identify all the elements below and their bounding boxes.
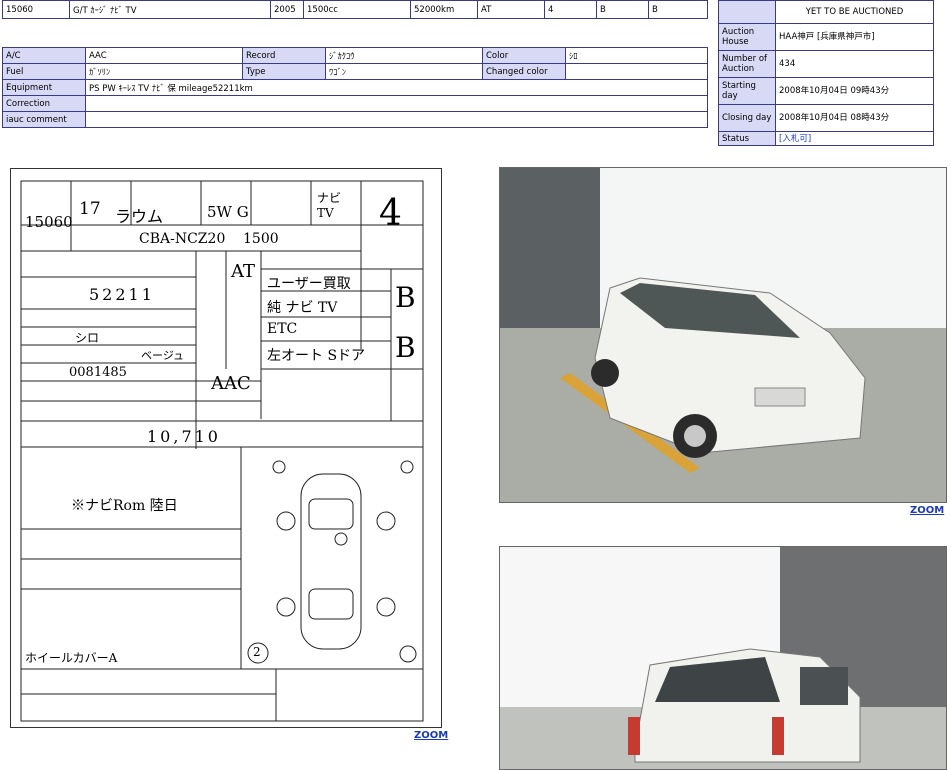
vehicle-detail-table: A/C AAC Record ｼﾞｶｸｺｳ Color ｼﾛ Fuel ｶﾞｿﾘ… <box>2 47 708 128</box>
sheet-score-exterior: B <box>395 331 416 364</box>
doors-cell: 4 <box>544 0 597 19</box>
changed-color-label: Changed color <box>482 63 566 80</box>
sheet-aircon: AAC <box>211 373 251 394</box>
correction-label: Correction <box>2 95 86 112</box>
sheet-grade: 5W G <box>207 203 249 221</box>
car-front-image <box>500 168 946 502</box>
model-cell: G/T ｶｰｼﾞ ﾅﾋﾞ TV <box>69 0 271 19</box>
closing-day-label: Closing day <box>718 104 776 132</box>
sheet-type: CBA-NCZ20 <box>139 231 226 247</box>
sheet-chassis: 0081485 <box>69 365 127 380</box>
status-label: Status <box>718 131 776 146</box>
comment-label: iauc comment <box>2 111 86 128</box>
inspection-sheet-drawing <box>20 180 424 722</box>
type-label: Type <box>242 63 326 80</box>
table-row: 15060 G/T ｶｰｼﾞ ﾅﾋﾞ TV 2005 1500cc 52000k… <box>2 0 708 19</box>
sheet-car-name: ラウム <box>115 207 164 226</box>
color-value: ｼﾛ <box>565 47 708 64</box>
equipment-label: Equipment <box>2 79 86 96</box>
house-label: Auction House <box>718 23 776 51</box>
sheet-extra: ホイールカバーA <box>25 651 118 665</box>
table-row: Auction House HAA神戸 [兵庫県神戸市] <box>718 23 934 51</box>
auction-number-value: 434 <box>775 50 934 78</box>
table-row: Status [入札可] <box>718 131 934 146</box>
sheet-score-interior: B <box>395 281 416 314</box>
correction-value <box>85 95 708 112</box>
equipment-value: PS PW ｷｰﾚｽ TV ﾅﾋﾞ 保 mileage52211km <box>85 79 708 96</box>
sheet-tag: 2 <box>253 645 261 659</box>
changed-color-value <box>565 63 708 80</box>
closing-day-value: 2008年10月04日 08時43分 <box>775 104 934 132</box>
trans-cell: AT <box>477 0 545 19</box>
sheet-zoom-link[interactable]: ZOOM <box>414 730 448 741</box>
car-rear-photo[interactable] <box>499 546 947 770</box>
sheet-point-2: 純 ナビ TV <box>267 300 338 316</box>
sheet-interior-color: ベージュ <box>141 349 185 362</box>
interior-cell: B <box>648 0 708 19</box>
starting-day-value: 2008年10月04日 09時43分 <box>775 77 934 105</box>
table-row: Fuel ｶﾞｿﾘﾝ Type ﾜｺﾞﾝ Changed color <box>2 63 708 80</box>
auction-status-header: YET TO BE AUCTIONED <box>775 0 934 24</box>
sheet-score: 4 <box>379 193 402 234</box>
sheet-recycle: 10,710 <box>147 427 221 446</box>
table-row: Number of Auction 434 <box>718 50 934 78</box>
table-row: Closing day 2008年10月04日 08時43分 <box>718 104 934 132</box>
sheet-point-1: ユーザー買取 <box>267 276 351 292</box>
mileage-cell: 52000km <box>410 0 478 19</box>
lot-number: 15060 <box>2 0 70 19</box>
table-row: Starting day 2008年10月04日 09時43分 <box>718 77 934 105</box>
record-value: ｼﾞｶｸｺｳ <box>325 47 483 64</box>
sheet-point-3: ETC <box>267 321 298 337</box>
sheet-mileage: 52211 <box>89 285 155 304</box>
auction-info-table: YET TO BE AUCTIONED Auction House HAA神戸 … <box>718 0 934 146</box>
cc-cell: 1500cc <box>303 0 411 19</box>
table-row: A/C AAC Record ｼﾞｶｸｺｳ Color ｼﾛ <box>2 47 708 64</box>
starting-day-label: Starting day <box>718 77 776 105</box>
car-front-photo[interactable] <box>499 167 947 503</box>
auction-number-label: Number of Auction <box>718 50 776 78</box>
ac-label: A/C <box>2 47 86 64</box>
fuel-label: Fuel <box>2 63 86 80</box>
sheet-lot: 15060 <box>25 213 73 231</box>
house-value: HAA神戸 [兵庫県神戸市] <box>775 23 934 51</box>
sheet-navi: ナビ TV <box>317 191 342 220</box>
sheet-color: シロ <box>75 331 100 345</box>
record-label: Record <box>242 47 326 64</box>
ac-value: AAC <box>85 47 243 64</box>
car-rear-image <box>500 547 946 769</box>
score-cell: B <box>596 0 649 19</box>
photo-zoom-link[interactable]: ZOOM <box>910 505 944 516</box>
lot-summary-table: 15060 G/T ｶｰｼﾞ ﾅﾋﾞ TV 2005 1500cc 52000k… <box>2 0 708 19</box>
comment-value <box>85 111 708 128</box>
sheet-cc: 1500 <box>243 231 279 247</box>
table-row: Equipment PS PW ｷｰﾚｽ TV ﾅﾋﾞ 保 mileage522… <box>2 79 708 96</box>
table-row: Correction <box>2 95 708 112</box>
color-label: Color <box>482 47 566 64</box>
year-cell: 2005 <box>270 0 304 19</box>
sheet-year: 17 <box>79 199 101 219</box>
type-value: ﾜｺﾞﾝ <box>325 63 483 80</box>
status-value[interactable]: [入札可] <box>775 131 934 146</box>
sheet-trans: AT <box>231 261 256 282</box>
table-row: YET TO BE AUCTIONED <box>718 0 934 24</box>
sheet-point-4: 左オート Sドア <box>267 348 366 364</box>
inspection-sheet: 15060 17 ラウム 5W G ナビ TV 4 CBA-NCZ20 1500… <box>10 168 442 728</box>
sheet-note: ※ナビRom 陸日 <box>71 498 178 514</box>
header-label-cell <box>718 0 776 24</box>
fuel-value: ｶﾞｿﾘﾝ <box>85 63 243 80</box>
table-row: iauc comment <box>2 111 708 128</box>
